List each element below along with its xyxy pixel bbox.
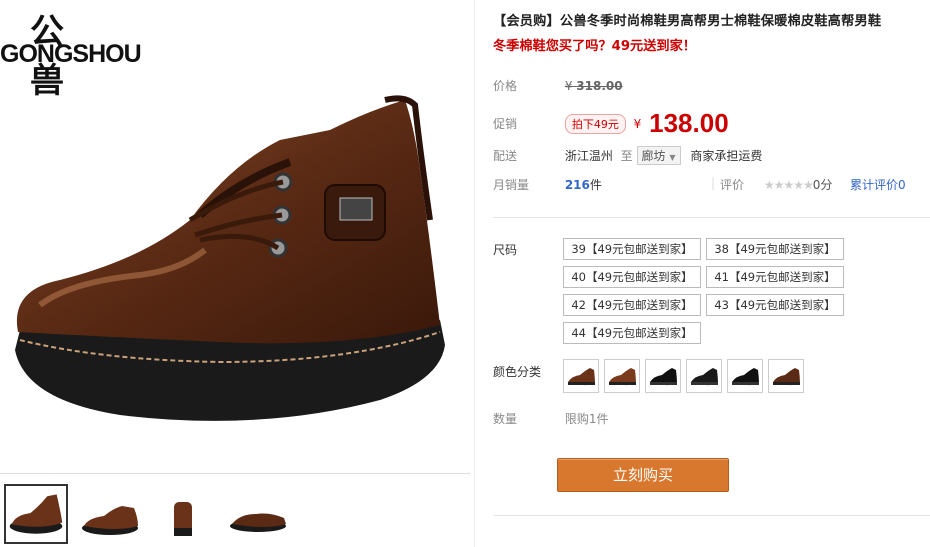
promo-label: 促销: [493, 117, 518, 131]
quantity-label: 数量: [493, 412, 518, 426]
sales-count: 216: [564, 178, 590, 192]
size-option-41[interactable]: 41【49元包邮送到家】: [706, 266, 844, 288]
section-divider: [493, 217, 930, 218]
color-swatch-5[interactable]: [727, 359, 763, 393]
shipping-label: 配送: [493, 149, 518, 163]
quantity-limit: 限购1件: [564, 412, 609, 426]
shipping-to-word: 至: [620, 149, 633, 163]
color-swatch-6[interactable]: [768, 359, 804, 393]
reviews-link[interactable]: 累计评价0: [850, 176, 906, 193]
price-label: 价格: [493, 79, 518, 93]
product-info: 【会员购】公兽冬季时尚棉鞋男高帮男士棉鞋保暖棉皮鞋高帮男鞋 冬季棉鞋您买了吗？4…: [493, 0, 930, 547]
sales-row: 月销量 216件 | 评价 ★★★★★0分 累计评价0: [493, 176, 930, 193]
size-option-40[interactable]: 40【49元包邮送到家】: [563, 266, 701, 288]
size-option-44[interactable]: 44【49元包邮送到家】: [563, 322, 701, 344]
quantity-row: 数量 限购1件: [493, 410, 608, 427]
color-swatch-1[interactable]: [563, 359, 599, 393]
brand-en: GONGSHOU: [0, 40, 142, 68]
thumbnail-1[interactable]: [4, 484, 68, 544]
promo-row: 促销 拍下49元 ¥ 138.00: [493, 108, 729, 139]
product-title: 【会员购】公兽冬季时尚棉鞋男高帮男士棉鞋保暖棉皮鞋高帮男鞋: [493, 14, 882, 29]
size-option-43[interactable]: 43【49元包邮送到家】: [706, 294, 844, 316]
color-swatch-2[interactable]: [604, 359, 640, 393]
shipping-destination-select[interactable]: 廊坊 ▼: [636, 146, 681, 165]
brand-logo: 公兽 GONGSHOU: [0, 4, 170, 101]
rating-stars: ★★★★★0分: [764, 178, 833, 192]
product-subtitle: 冬季棉鞋您买了吗？49元送到家！: [493, 39, 696, 54]
color-swatch-4[interactable]: [686, 359, 722, 393]
thumb-divider: [0, 473, 470, 474]
size-label: 尺码: [493, 243, 518, 257]
sales-label: 月销量: [493, 178, 530, 192]
size-option-42[interactable]: 42【49元包邮送到家】: [563, 294, 701, 316]
chevron-down-icon: ▼: [669, 153, 676, 162]
thumbnail-2[interactable]: [78, 484, 142, 542]
original-price: ¥ 318.00: [564, 79, 623, 93]
column-divider: [474, 0, 475, 547]
product-gallery: 公兽 GONGSHOU: [0, 0, 470, 547]
promo-yen: ¥: [633, 116, 642, 131]
thumbnail-3[interactable]: [152, 484, 216, 542]
thumbnail-4[interactable]: [226, 484, 290, 542]
bottom-divider: [493, 515, 930, 516]
size-option-38[interactable]: 38【49元包邮送到家】: [706, 238, 844, 260]
price-row: 价格 ¥ 318.00: [493, 77, 623, 94]
color-swatch-3[interactable]: [645, 359, 681, 393]
shipping-from: 浙江温州: [564, 149, 613, 163]
rating-label: 评价: [720, 178, 745, 192]
shipping-note: 商家承担运费: [690, 149, 763, 163]
sales-separator: |: [711, 176, 716, 190]
product-main-image[interactable]: [0, 70, 470, 470]
promo-badge: 拍下49元: [564, 113, 626, 134]
shipping-row: 配送 浙江温州 至 廊坊 ▼ 商家承担运费: [493, 146, 762, 165]
promo-price: 138.00: [649, 108, 729, 138]
buy-now-button[interactable]: 立刻购买: [557, 458, 729, 492]
size-option-39[interactable]: 39【49元包邮送到家】: [563, 238, 701, 260]
sales-unit: 件: [589, 178, 602, 192]
color-label: 颜色分类: [493, 365, 542, 379]
